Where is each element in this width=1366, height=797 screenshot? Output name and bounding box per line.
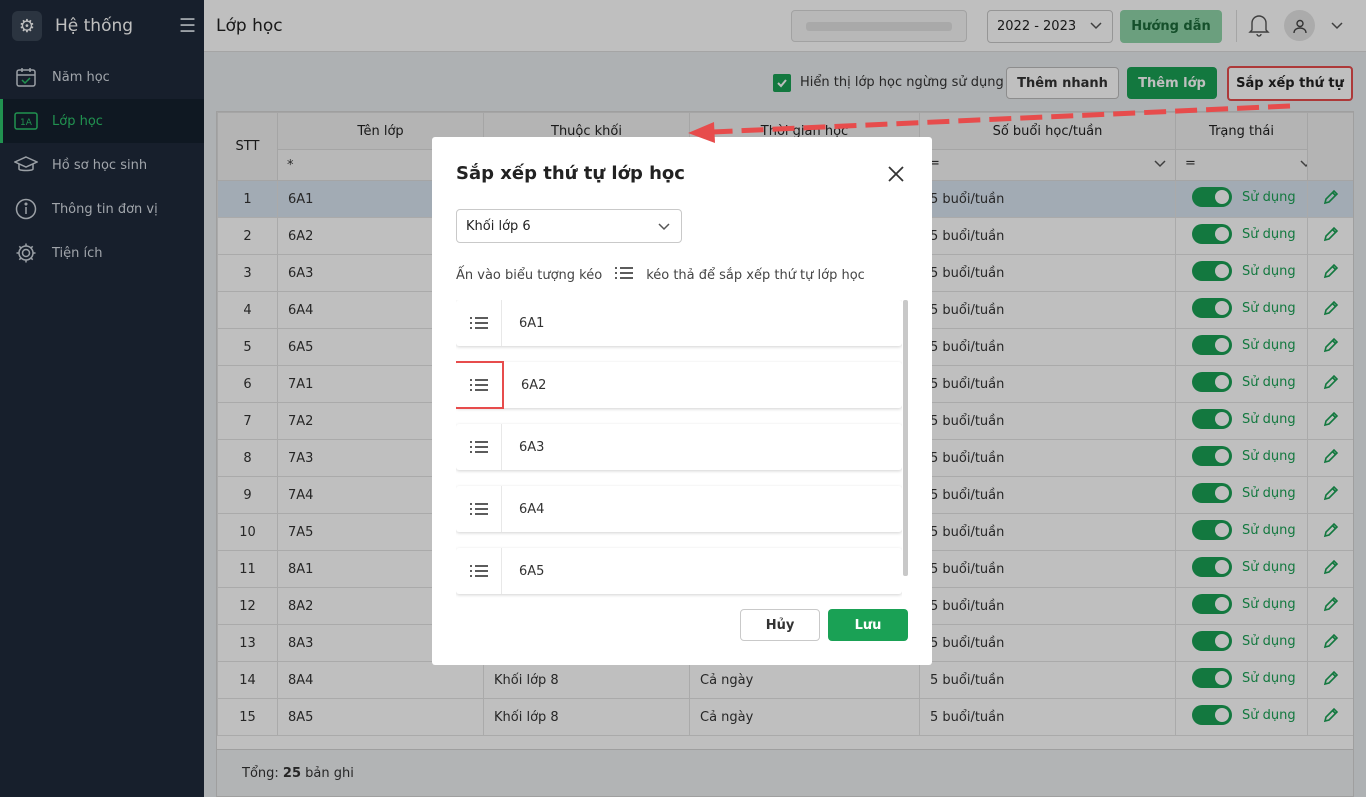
sortable-item-label: 6A3 (519, 439, 545, 455)
dialog-title: Sắp xếp thứ tự lớp học (456, 163, 685, 184)
save-button[interactable]: Lưu (828, 609, 908, 641)
sortable-item-label: 6A4 (519, 501, 545, 517)
sortable-item[interactable]: 6A5 (456, 548, 902, 594)
drag-handle-icon[interactable] (456, 548, 502, 594)
sortable-item-label: 6A1 (519, 315, 545, 331)
grade-select[interactable]: Khối lớp 6 (456, 209, 682, 243)
drag-handle-icon[interactable] (456, 486, 502, 532)
sortable-item[interactable]: 6A3 (456, 424, 902, 470)
drag-handle-icon[interactable] (456, 424, 502, 470)
cancel-button[interactable]: Hủy (740, 609, 820, 641)
drag-handle-icon[interactable] (456, 361, 504, 409)
hint-after: kéo thả để sắp xếp thứ tự lớp học (646, 267, 865, 283)
drag-handle-icon (614, 265, 634, 285)
drag-handle-icon[interactable] (456, 300, 502, 346)
sortable-list: 6A1 6A2 6A3 6A4 6A5 (456, 300, 902, 722)
close-icon[interactable] (887, 165, 905, 187)
sortable-item-label: 6A2 (521, 377, 547, 393)
hint-before: Ấn vào biểu tượng kéo (456, 267, 603, 283)
sortable-item-label: 6A5 (519, 563, 545, 579)
sortable-item[interactable]: 6A2 (456, 361, 902, 409)
scrollbar[interactable] (903, 300, 908, 576)
drag-hint: Ấn vào biểu tượng kéo kéo thả để sắp xếp… (456, 265, 865, 285)
sort-classes-dialog: Sắp xếp thứ tự lớp học Khối lớp 6 Ấn vào… (432, 137, 932, 665)
sortable-item[interactable]: 6A1 (456, 300, 902, 346)
grade-select-value: Khối lớp 6 (466, 218, 531, 234)
sortable-item[interactable]: 6A4 (456, 486, 902, 532)
chevron-down-icon (656, 218, 672, 238)
